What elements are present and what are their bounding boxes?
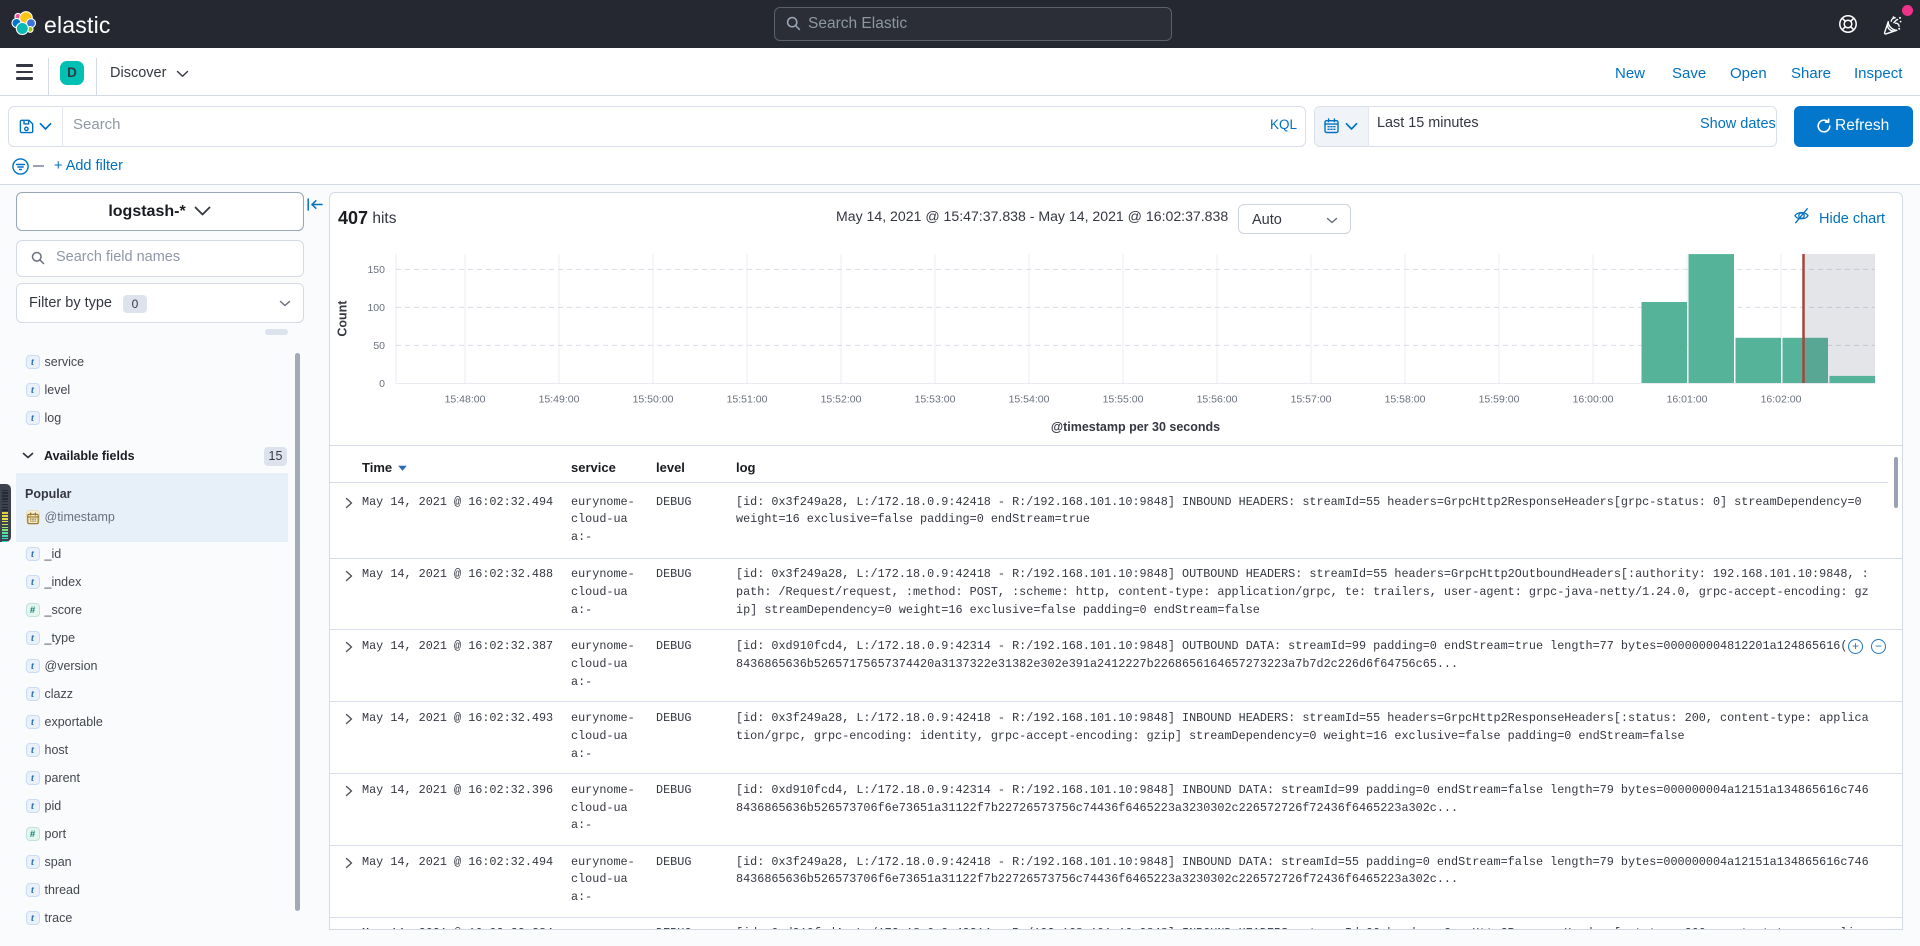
svg-text:15:50:00: 15:50:00 bbox=[633, 394, 674, 406]
svg-text:16:01:00: 16:01:00 bbox=[1667, 394, 1708, 406]
svg-text:Count: Count bbox=[336, 300, 350, 337]
svg-text:100: 100 bbox=[367, 302, 385, 314]
svg-text:15:48:00: 15:48:00 bbox=[445, 394, 486, 406]
svg-text:15:58:00: 15:58:00 bbox=[1385, 394, 1426, 406]
svg-text:50: 50 bbox=[373, 340, 385, 352]
svg-text:@timestamp per 30 seconds: @timestamp per 30 seconds bbox=[1051, 420, 1220, 434]
svg-text:15:56:00: 15:56:00 bbox=[1197, 394, 1238, 406]
svg-text:0: 0 bbox=[379, 378, 385, 390]
svg-text:15:51:00: 15:51:00 bbox=[727, 394, 768, 406]
svg-text:15:55:00: 15:55:00 bbox=[1103, 394, 1144, 406]
svg-text:150: 150 bbox=[367, 264, 385, 276]
svg-text:15:59:00: 15:59:00 bbox=[1479, 394, 1520, 406]
svg-text:15:52:00: 15:52:00 bbox=[821, 394, 862, 406]
svg-text:16:02:00: 16:02:00 bbox=[1761, 394, 1802, 406]
svg-text:15:57:00: 15:57:00 bbox=[1291, 394, 1332, 406]
svg-text:15:54:00: 15:54:00 bbox=[1009, 394, 1050, 406]
svg-text:15:49:00: 15:49:00 bbox=[539, 394, 580, 406]
svg-text:16:00:00: 16:00:00 bbox=[1573, 394, 1614, 406]
svg-text:15:53:00: 15:53:00 bbox=[915, 394, 956, 406]
